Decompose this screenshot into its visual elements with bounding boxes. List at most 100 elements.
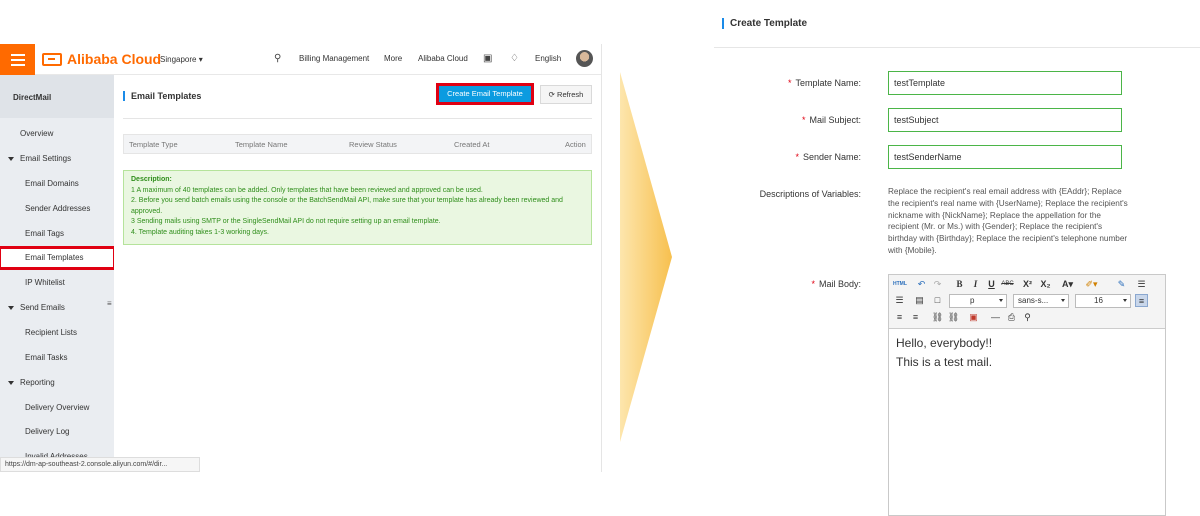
description-line: 1 A maximum of 40 templates can be added…	[131, 186, 483, 194]
template-name-label: * Template Name:	[787, 78, 861, 88]
align-left-icon[interactable]: ≡	[1135, 294, 1148, 307]
body-line: Hello, everybody!!	[896, 336, 993, 350]
brand-logo[interactable]: Alibaba Cloud	[42, 51, 161, 67]
sidebar-item-delivery-overview[interactable]: Delivery Overview	[0, 398, 114, 418]
menu-icon[interactable]	[0, 44, 35, 75]
mail-body-label: * Mail Body:	[811, 279, 861, 289]
nav-alibaba-cloud[interactable]: Alibaba Cloud	[418, 54, 468, 63]
column-header: Template Name	[235, 140, 288, 149]
highlight-color-icon[interactable]: ✐▾	[1085, 278, 1098, 291]
variables-description: Replace the recipient's real email addre…	[888, 187, 1128, 255]
search-icon[interactable]: ⚲	[274, 53, 281, 64]
align-right-icon[interactable]: ≡	[909, 311, 922, 324]
editor-content[interactable]: Hello, everybody!! This is a test mail.	[896, 334, 992, 372]
page-icon[interactable]: □	[931, 294, 944, 307]
unlink-icon[interactable]: ⛓	[947, 311, 960, 324]
sidebar-group-reporting[interactable]: Reporting	[0, 373, 114, 393]
variables-label: Descriptions of Variables:	[759, 189, 861, 199]
sidebar-item-delivery-log[interactable]: Delivery Log	[0, 422, 114, 442]
email-templates-console: Alibaba Cloud Singapore ▾ ⚲ Billing Mana…	[0, 44, 602, 472]
sidebar-item-recipient-lists[interactable]: Recipient Lists	[0, 323, 114, 343]
avatar[interactable]	[576, 50, 593, 67]
template-name-input[interactable]: testTemplate	[888, 71, 1122, 95]
zoom-icon[interactable]: ⚲	[1021, 311, 1034, 324]
refresh-label: Refresh	[557, 90, 584, 99]
underline-icon[interactable]: U	[985, 278, 998, 291]
templates-table-header: Template Type Template Name Review Statu…	[123, 134, 592, 154]
print-icon[interactable]: ⎙	[1005, 311, 1018, 324]
sidebar-group-send-emails[interactable]: Send Emails	[0, 298, 114, 318]
description-line: 2. Before you send batch emails using th…	[131, 197, 563, 215]
refresh-button[interactable]: ⟳ Refresh	[540, 85, 592, 104]
sidebar-item-email-tasks[interactable]: Email Tasks	[0, 348, 114, 368]
bell-icon[interactable]: ♢	[510, 53, 519, 64]
bold-icon[interactable]: B	[953, 278, 966, 291]
editor-toolbar: HTML ↶ ↷ B I U ABC X² X₂ A▾ ✐▾ ✎ ☰ ☰ ▤ □…	[889, 275, 1165, 329]
horizontal-rule-icon[interactable]: —	[989, 311, 1002, 324]
sender-name-input[interactable]: testSenderName	[888, 145, 1122, 169]
description-line: 4. Template auditing takes 1-3 working d…	[131, 228, 270, 236]
italic-icon[interactable]: I	[969, 278, 982, 291]
refresh-icon: ⟳	[548, 90, 558, 99]
html-source-icon[interactable]: HTML	[893, 278, 907, 291]
superscript-icon[interactable]: X²	[1021, 278, 1034, 291]
image-icon[interactable]: ▣	[967, 311, 980, 324]
create-email-template-button[interactable]: Create Email Template	[436, 83, 534, 105]
sidebar-product-title: DirectMail	[0, 75, 114, 118]
form-title: Create Template	[722, 18, 807, 29]
sidebar-item-ip-whitelist[interactable]: IP Whitelist	[0, 273, 114, 293]
body-line: This is a test mail.	[896, 355, 993, 369]
divider	[123, 118, 592, 119]
nav-billing-management[interactable]: Billing Management	[299, 54, 369, 63]
link-icon[interactable]: ⛓	[931, 311, 944, 324]
nav-more[interactable]: More	[384, 54, 402, 63]
sidebar-item-email-tags[interactable]: Email Tags	[0, 224, 114, 244]
column-header: Review Status	[349, 140, 397, 149]
rich-text-editor[interactable]: HTML ↶ ↷ B I U ABC X² X₂ A▾ ✐▾ ✎ ☰ ☰ ▤ □…	[888, 274, 1166, 516]
redo-icon[interactable]: ↷	[931, 278, 944, 291]
font-size-select[interactable]: 16	[1075, 294, 1131, 308]
column-header: Action	[565, 140, 586, 149]
font-color-icon[interactable]: A▾	[1061, 278, 1074, 291]
align-center-icon[interactable]: ≡	[893, 311, 906, 324]
create-template-form: Create Template * Template Name: testTemp…	[714, 0, 1200, 516]
unordered-list-icon[interactable]: ☰	[893, 294, 906, 307]
sidebar-item-sender-addresses[interactable]: Sender Addresses	[0, 199, 114, 219]
tutorial-composite: Alibaba Cloud Singapore ▾ ⚲ Billing Mana…	[0, 0, 1200, 516]
sidebar-collapse-icon[interactable]: ≡	[107, 299, 112, 308]
font-family-select[interactable]: sans-s...	[1013, 294, 1069, 308]
paragraph-format-select[interactable]: p	[949, 294, 1007, 308]
status-url: https://dm-ap-southeast-2.console.aliyun…	[0, 457, 200, 472]
arrow-right-icon	[620, 72, 672, 442]
page-title: Email Templates	[123, 91, 201, 101]
mail-subject-input[interactable]: testSubject	[888, 108, 1122, 132]
brand-name: Alibaba Cloud	[67, 51, 162, 67]
sidebar-item-email-domains[interactable]: Email Domains	[0, 174, 114, 194]
sidebar-group-label: Reporting	[20, 378, 55, 387]
main-content: Email Templates Create Email Template ⟳ …	[114, 75, 601, 472]
sidebar-group-label: Send Emails	[20, 303, 65, 312]
sidebar: DirectMail Overview Email Settings Email…	[0, 75, 116, 472]
undo-icon[interactable]: ↶	[915, 278, 928, 291]
nav-language[interactable]: English	[535, 54, 561, 63]
caret-down-icon	[8, 381, 14, 385]
description-heading: Description:	[131, 176, 172, 183]
sidebar-group-email-settings[interactable]: Email Settings	[0, 149, 114, 169]
chevron-down-icon	[1061, 299, 1065, 302]
ordered-list-icon[interactable]: ☰	[1135, 278, 1148, 291]
strikethrough-icon[interactable]: ABC	[1001, 278, 1014, 291]
chevron-down-icon	[999, 299, 1003, 302]
column-header: Created At	[454, 140, 490, 149]
sidebar-group-label: Email Settings	[20, 154, 72, 163]
indent-icon[interactable]: ▤	[913, 294, 926, 307]
clear-format-icon[interactable]: ✎	[1115, 278, 1128, 291]
terminal-icon[interactable]: ▣	[483, 53, 492, 64]
sidebar-item-email-templates[interactable]: Email Templates	[0, 246, 116, 270]
description-line: 3 Sending mails using SMTP or the Single…	[131, 218, 441, 225]
description-notice: Description: 1 A maximum of 40 templates…	[123, 170, 592, 245]
sidebar-item-overview[interactable]: Overview	[0, 124, 114, 144]
mail-subject-label: * Mail Subject:	[801, 115, 861, 125]
region-selector[interactable]: Singapore ▾	[160, 55, 203, 64]
form-header: Create Template	[714, 0, 1200, 48]
subscript-icon[interactable]: X₂	[1039, 278, 1052, 291]
